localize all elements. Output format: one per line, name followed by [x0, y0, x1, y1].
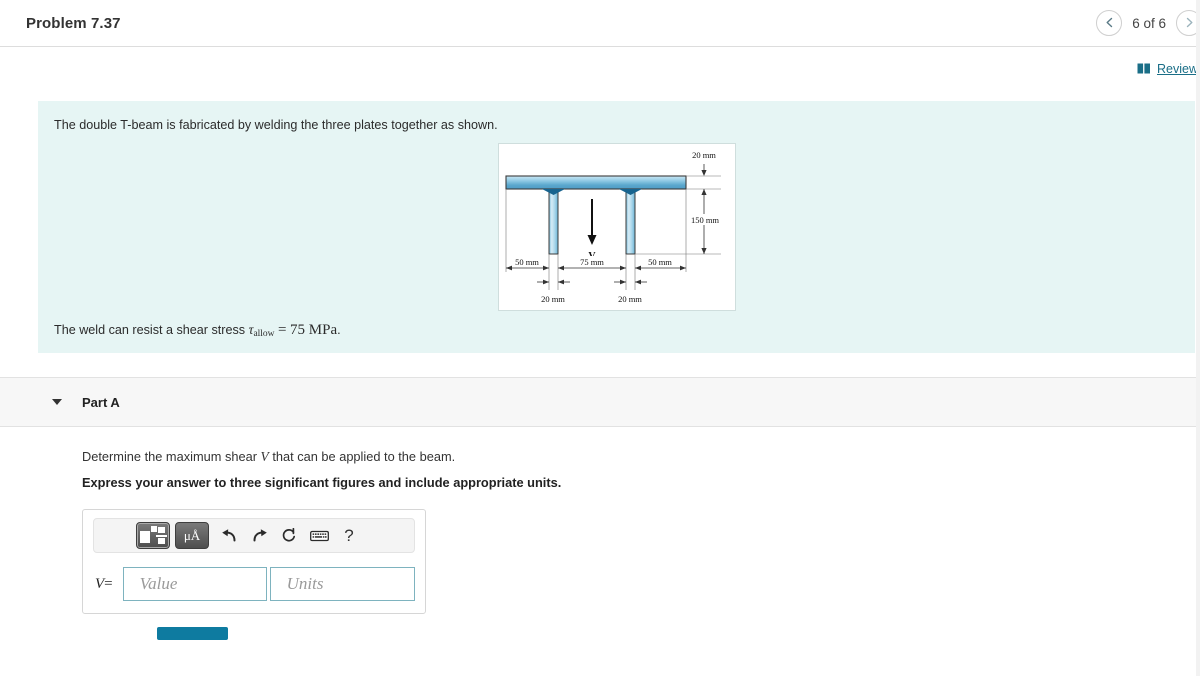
statement-line-2-prefix: The weld can resist a shear stress	[54, 323, 249, 338]
redo-arrow-icon	[253, 529, 267, 542]
chevron-right-icon	[1186, 17, 1193, 28]
equals-sign: =	[278, 322, 287, 339]
svg-text:50 mm: 50 mm	[515, 257, 539, 267]
question-suffix: that can be applied to the beam.	[268, 449, 456, 465]
tau-subscript: allow	[253, 329, 275, 340]
beam-diagram-svg: V 20 mm 150 mm	[504, 150, 723, 304]
undo-icon[interactable]	[214, 522, 244, 550]
shear-variable: V	[260, 449, 269, 465]
beam-cross-section-figure: V 20 mm 150 mm	[497, 143, 736, 312]
submit-row	[82, 627, 1200, 641]
answer-instruction: Express your answer to three significant…	[82, 475, 562, 491]
problem-pager: 6 of 6	[1096, 10, 1200, 36]
keyboard-icon[interactable]	[304, 522, 334, 550]
pager-label: 6 of 6	[1132, 15, 1166, 31]
answer-input-row: V= Value Units	[93, 567, 415, 602]
template-button[interactable]	[136, 522, 170, 550]
review-row: Review	[0, 47, 1200, 90]
svg-text:150 mm: 150 mm	[690, 215, 718, 225]
question-text: Determine the maximum shear V that can b…	[82, 449, 1200, 465]
answer-variable-label: V=	[95, 576, 113, 593]
reset-icon[interactable]	[274, 522, 304, 550]
figure-wrapper: V 20 mm 150 mm	[38, 143, 1195, 312]
svg-text:20 mm: 20 mm	[541, 294, 565, 304]
answer-equals: =	[104, 575, 113, 592]
units-input[interactable]: Units	[269, 567, 415, 602]
reset-circular-arrow-icon	[282, 527, 296, 542]
submit-button[interactable]	[157, 627, 228, 641]
svg-text:20 mm: 20 mm	[692, 150, 716, 160]
book-icon	[1137, 63, 1150, 74]
page-scrollbar[interactable]	[1196, 0, 1200, 676]
answer-toolbar: μÅ ?	[93, 518, 415, 554]
answer-variable: V	[95, 575, 105, 592]
review-link[interactable]: Review	[1137, 62, 1198, 76]
chevron-left-icon	[1106, 17, 1112, 28]
svg-text:20 mm: 20 mm	[618, 294, 642, 304]
tau-value: 75 MPa	[290, 322, 338, 339]
page-title: Problem 7.37	[26, 14, 121, 32]
part-a-header[interactable]: Part A	[0, 377, 1200, 428]
statement-line-2-suffix: .	[337, 323, 341, 338]
on-screen-keyboard-icon	[309, 530, 329, 541]
previous-problem-button[interactable]	[1096, 10, 1123, 36]
review-link-label: Review	[1157, 61, 1198, 76]
units-input-placeholder: Units	[286, 574, 324, 594]
chevron-down-icon[interactable]	[52, 399, 62, 406]
part-a-body: Determine the maximum shear V that can b…	[0, 449, 1200, 641]
statement-line-2: The weld can resist a shear stress τallo…	[38, 318, 1195, 339]
question-prefix: Determine the maximum shear	[82, 449, 261, 465]
part-a-label: Part A	[82, 394, 120, 410]
units-button[interactable]: μÅ	[175, 522, 209, 550]
math-template-icon	[140, 526, 167, 545]
svg-text:75 mm: 75 mm	[580, 257, 604, 267]
help-icon[interactable]: ?	[334, 522, 364, 550]
undo-arrow-icon	[221, 529, 235, 542]
page-header: Problem 7.37 6 of 6	[0, 0, 1200, 47]
redo-icon[interactable]	[244, 522, 274, 550]
value-input[interactable]: Value	[122, 567, 267, 602]
value-input-placeholder: Value	[139, 574, 178, 594]
statement-line-1: The double T-beam is fabricated by weldi…	[54, 118, 498, 132]
problem-statement-panel: The double T-beam is fabricated by weldi…	[38, 101, 1195, 354]
svg-text:50 mm: 50 mm	[648, 257, 672, 267]
units-button-label: μÅ	[183, 528, 201, 544]
answer-entry-box: μÅ ? V= Value Units	[82, 509, 426, 615]
